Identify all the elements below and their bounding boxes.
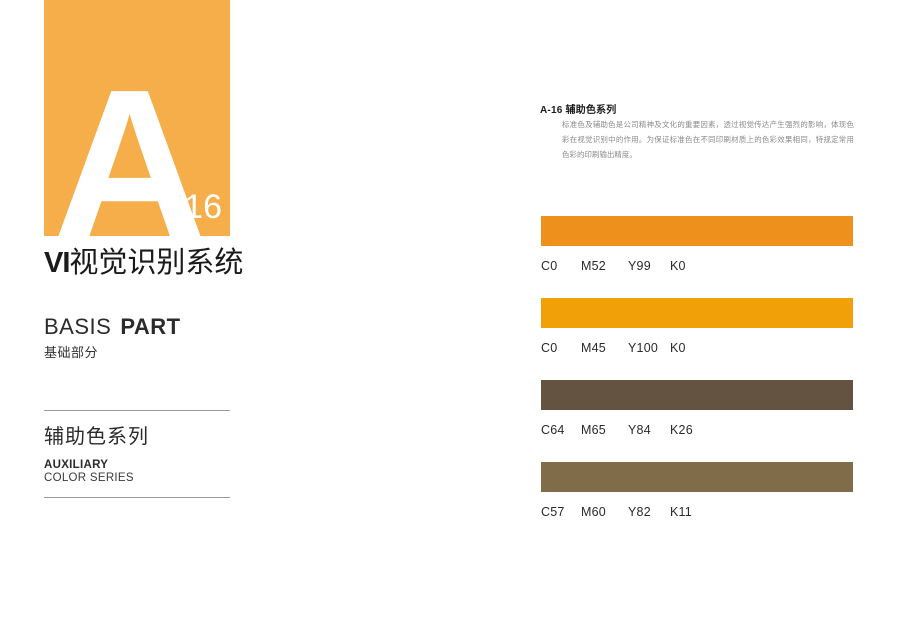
swatch-row: C57 M60 Y82 K11: [541, 462, 853, 519]
section-label-group: 辅助色系列 AUXILIARY COLOR SERIES: [44, 410, 230, 499]
swatch-row: C0 M52 Y99 K0: [541, 216, 853, 273]
cmyk-black: K0: [670, 259, 686, 273]
cover-sidebar: A -16 VI视觉识别系统 BASIS PART 基础部分 辅助色系列 AUXI…: [44, 0, 274, 499]
cmyk-magenta: M65: [581, 423, 606, 437]
section-subtitle-en: COLOR SERIES: [44, 472, 134, 485]
basis-cn-label: 基础部分: [44, 345, 99, 361]
content-description: 标准色及辅助色是公司精神及文化的重要因素，透过视觉传达产生强烈的影响，体现色彩在…: [562, 120, 854, 159]
cmyk-black: K0: [670, 341, 686, 355]
vi-title-cn: 视觉识别系统: [69, 247, 244, 279]
divider-bottom: [44, 497, 230, 499]
section-title-en: AUXILIARY: [44, 459, 109, 472]
color-swatch-bar: [541, 462, 853, 492]
swatch-row: C64 M65 Y84 K26: [541, 380, 853, 437]
cmyk-cyan: C0: [541, 259, 558, 273]
cmyk-cyan: C64: [541, 423, 565, 437]
cmyk-label: C64 M65 Y84 K26: [541, 423, 853, 437]
cmyk-magenta: M60: [581, 505, 606, 519]
part-word: PART: [120, 313, 181, 339]
cmyk-black: K26: [670, 423, 693, 437]
cmyk-black: K11: [670, 505, 692, 519]
cmyk-yellow: Y99: [628, 259, 651, 273]
cmyk-label: C0 M45 Y100 K0: [541, 341, 853, 355]
basis-word: BASIS: [44, 313, 112, 339]
page-title: VI视觉识别系统: [44, 247, 274, 280]
cmyk-magenta: M52: [581, 259, 606, 273]
basis-part-group: BASIS PART 基础部分: [44, 314, 274, 361]
cmyk-yellow: Y84: [628, 423, 651, 437]
divider-top: [44, 410, 230, 412]
cmyk-cyan: C57: [541, 505, 565, 519]
cover-page-number: -16: [172, 188, 222, 226]
cmyk-label: C57 M60 Y82 K11: [541, 505, 853, 519]
cmyk-label: C0 M52 Y99 K0: [541, 259, 853, 273]
cover-orange-block: A -16: [44, 0, 230, 236]
cmyk-cyan: C0: [541, 341, 558, 355]
cmyk-yellow: Y100: [628, 341, 658, 355]
color-swatch-bar: [541, 298, 853, 328]
color-swatch-bar: [541, 380, 853, 410]
color-swatch-bar: [541, 216, 853, 246]
cmyk-yellow: Y82: [628, 505, 651, 519]
color-swatch-list: C0 M52 Y99 K0 C0 M45 Y100 K0 C64 M65 Y84…: [541, 216, 853, 519]
swatch-row: C0 M45 Y100 K0: [541, 298, 853, 355]
content-heading: A-16 辅助色系列: [540, 105, 617, 116]
vi-mark-label: VI: [44, 247, 70, 279]
basis-en-line: BASIS PART: [44, 314, 274, 339]
section-title-cn: 辅助色系列: [44, 426, 149, 449]
cmyk-magenta: M45: [581, 341, 606, 355]
